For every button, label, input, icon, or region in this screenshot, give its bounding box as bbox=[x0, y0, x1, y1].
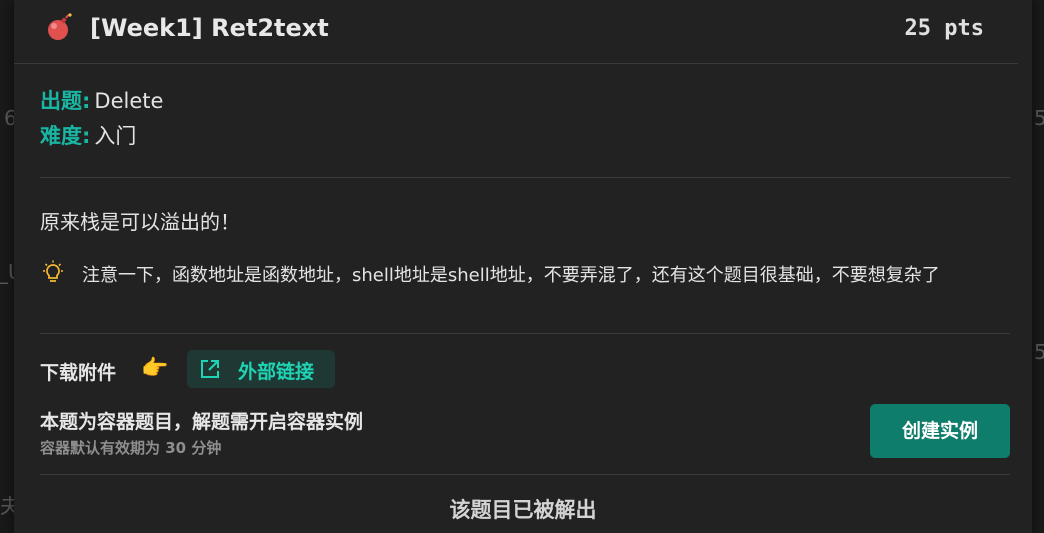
container-notice: 本题为容器题目，解题需开启容器实例 bbox=[40, 411, 364, 433]
container-validity: 容器默认有效期为 30 分钟 bbox=[40, 439, 222, 457]
lightbulb-icon bbox=[43, 260, 63, 282]
external-link-label: 外部链接 bbox=[238, 361, 315, 383]
bomb-icon bbox=[48, 13, 72, 40]
download-attachment-label: 下载附件 bbox=[40, 362, 117, 384]
author-value: Delete bbox=[94, 89, 164, 113]
divider bbox=[40, 333, 1010, 334]
modal-header: [Week1] Ret2text 25 pts bbox=[14, 0, 1018, 64]
solved-status: 该题目已被解出 bbox=[449, 498, 597, 522]
challenge-title: [Week1] Ret2text bbox=[90, 14, 329, 42]
challenge-description: 原来栈是可以溢出的！ bbox=[40, 210, 240, 234]
difficulty-label: 难度: bbox=[40, 124, 91, 148]
create-instance-button[interactable]: 创建实例 bbox=[870, 404, 1010, 458]
pointing-hand-icon: 👉 bbox=[141, 356, 169, 381]
author-label: 出题: bbox=[40, 89, 91, 113]
background-fragment: 5 bbox=[1034, 106, 1044, 130]
external-link-icon bbox=[201, 360, 219, 378]
hint-text: 注意一下，函数地址是函数地址，shell地址是shell地址，不要弄混了，还有这… bbox=[82, 265, 940, 286]
external-link-button[interactable]: 外部链接 bbox=[187, 350, 335, 388]
background-fragment: 5 bbox=[1034, 340, 1044, 364]
challenge-points: 25 pts bbox=[904, 16, 984, 41]
difficulty-row: 难度: 入门 bbox=[40, 120, 136, 150]
challenge-modal: [Week1] Ret2text 25 pts 出题: Delete 难度: 入门 … bbox=[14, 0, 1032, 533]
divider bbox=[40, 474, 1010, 475]
author-row: 出题: Delete bbox=[40, 85, 163, 115]
divider bbox=[40, 177, 1010, 178]
difficulty-value: 入门 bbox=[94, 124, 137, 148]
